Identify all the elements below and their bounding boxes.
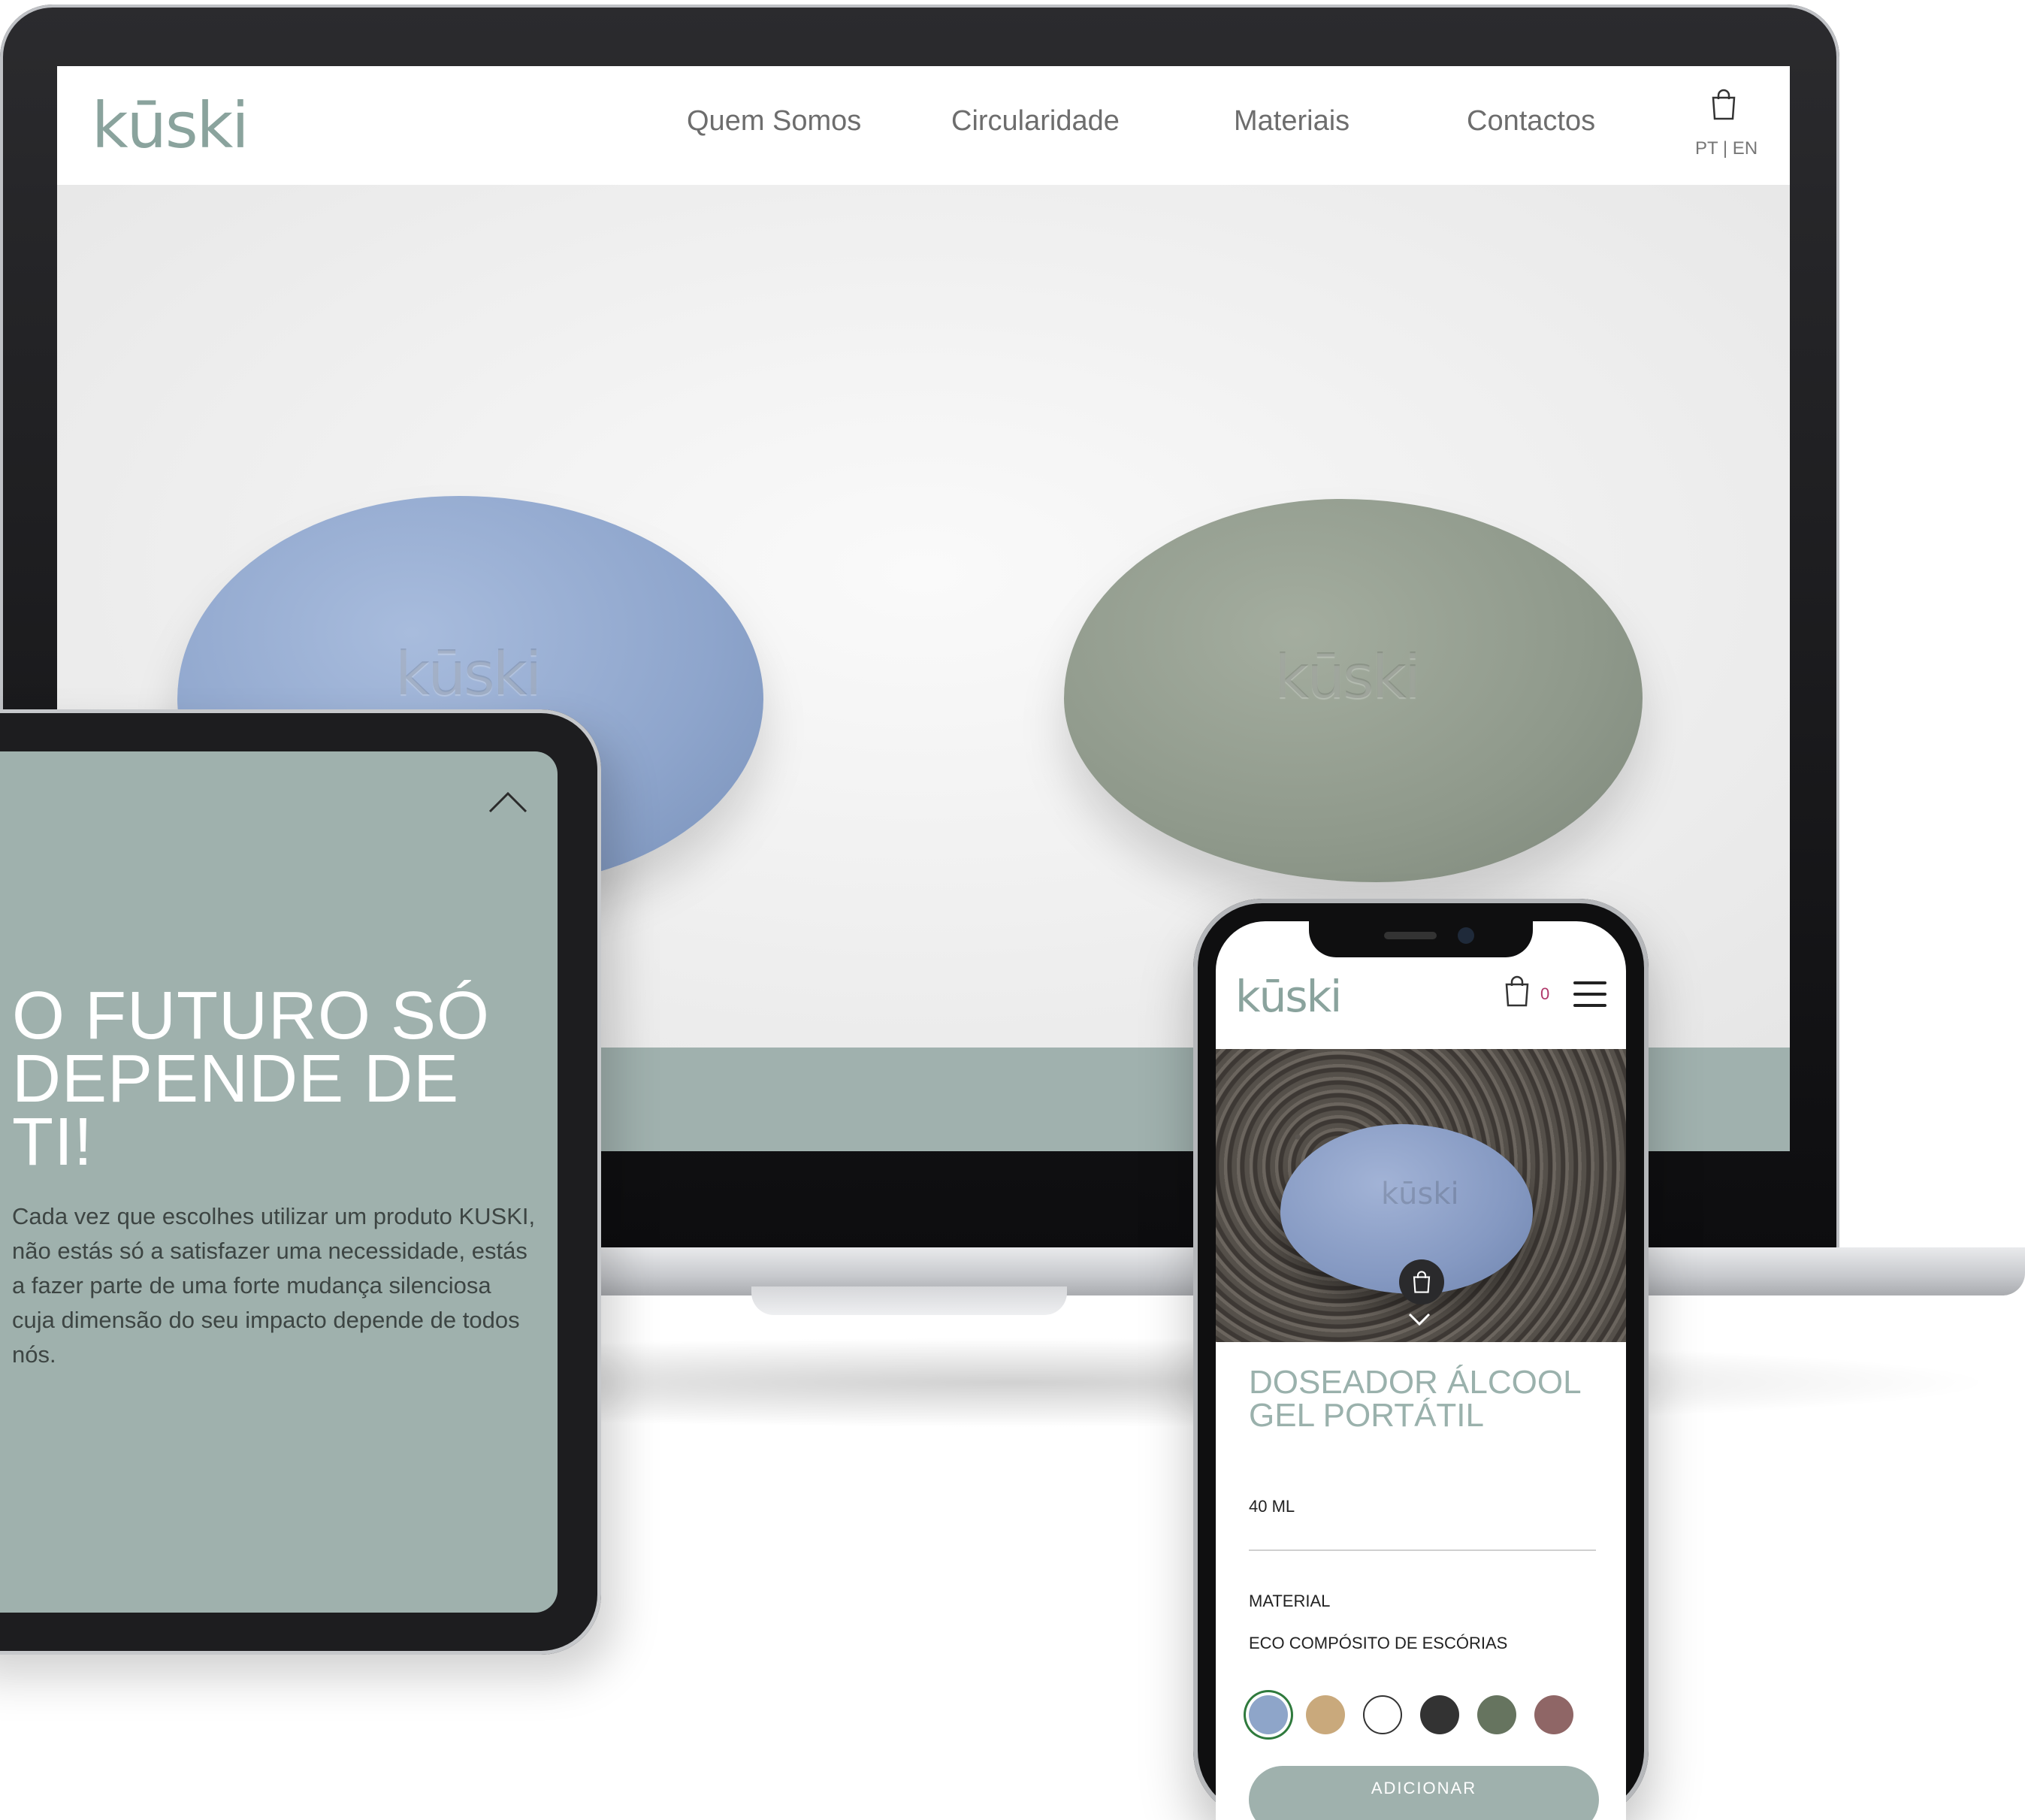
nav-materiais[interactable]: Materiais (1234, 105, 1349, 138)
add-to-cart-button[interactable]: ADICIONAR (1249, 1766, 1599, 1820)
product-size: 40 ML (1249, 1497, 1295, 1516)
product-photo: kūski (1216, 1049, 1626, 1342)
kuski-logo[interactable]: kūski (92, 89, 249, 162)
mobile-website: kūski 0 kūski DOSEADOR ÁLCOOL GEL PORTÁT… (1216, 921, 1626, 1820)
shopping-bag-icon (1413, 1271, 1431, 1293)
divider (1249, 1549, 1596, 1551)
phone-camera (1458, 927, 1474, 944)
cart-count: 0 (1540, 984, 1550, 1003)
product-title: DOSEADOR ÁLCOOL GEL PORTÁTIL (1249, 1364, 1580, 1434)
color-swatch[interactable] (1477, 1695, 1516, 1734)
nav-circularidade[interactable]: Circularidade (951, 105, 1120, 138)
phone-speaker (1384, 932, 1437, 939)
color-swatch[interactable] (1363, 1695, 1402, 1734)
product-emboss-logo: kūski (1274, 642, 1421, 712)
phone-notch (1309, 921, 1533, 957)
nav-quem-somos[interactable]: Quem Somos (687, 105, 861, 138)
product-emboss-logo: kūski (395, 639, 542, 709)
laptop-trackpad-notch (751, 1286, 1067, 1315)
material-value: ECO COMPÓSITO DE ESCÓRIAS (1249, 1634, 1508, 1652)
section-body: Cada vez que escolhes utilizar um produt… (12, 1203, 536, 1368)
section-title: O FUTURO SÓ DEPENDE DE TI! (12, 978, 490, 1180)
kuski-logo[interactable]: kūski (1235, 971, 1342, 1022)
color-swatches (1249, 1695, 1573, 1734)
nav-contactos[interactable]: Contactos (1467, 105, 1595, 138)
chevron-up-icon[interactable] (488, 791, 527, 815)
product-emboss-logo: kūski (1381, 1177, 1459, 1211)
color-swatch[interactable] (1249, 1695, 1288, 1734)
product-image-green: kūski (1064, 499, 1643, 882)
language-switcher[interactable]: PT | EN (1695, 138, 1758, 159)
color-swatch[interactable] (1420, 1695, 1459, 1734)
color-swatch[interactable] (1534, 1695, 1573, 1734)
tablet-website: O FUTURO SÓ DEPENDE DE TI! Cada vez que … (0, 751, 558, 1613)
chevron-down-icon[interactable] (1408, 1312, 1431, 1327)
add-to-bag-button[interactable] (1399, 1259, 1444, 1305)
color-swatch[interactable] (1306, 1695, 1345, 1734)
shopping-bag-icon[interactable] (1504, 975, 1530, 1007)
shopping-bag-icon[interactable] (1710, 89, 1737, 120)
hamburger-menu-icon[interactable] (1573, 981, 1606, 1008)
material-label: MATERIAL (1249, 1592, 1331, 1610)
desktop-header: kūski Quem Somos Circularidade Materiais… (57, 66, 1790, 185)
